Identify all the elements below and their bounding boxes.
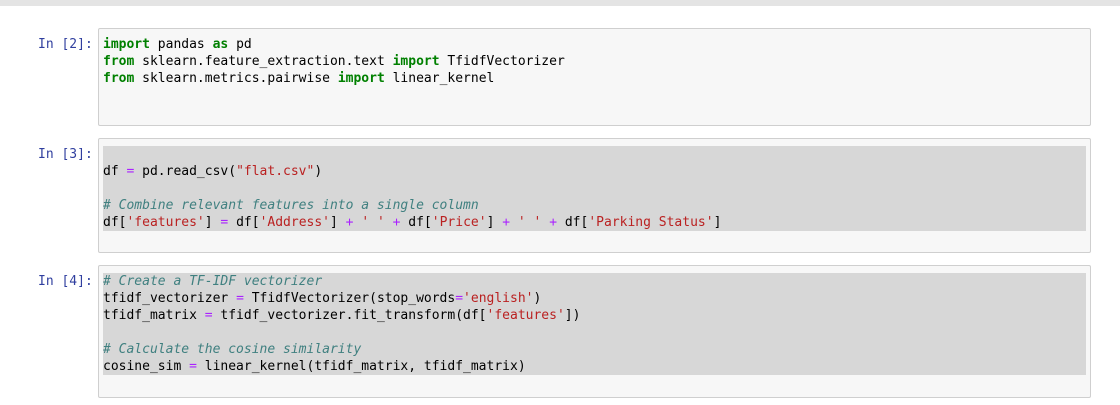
code-token: = bbox=[204, 308, 213, 323]
code-token: = bbox=[189, 359, 197, 374]
code-token: "flat.csv" bbox=[236, 164, 315, 179]
code-token: ) bbox=[533, 291, 542, 306]
code-token: pd bbox=[228, 37, 252, 52]
code-editor[interactable]: # Create a TF-IDF vectorizer tfidf_vector… bbox=[103, 273, 1086, 375]
code-token: cosine_sim bbox=[103, 359, 190, 374]
code-token: tfidf_matrix bbox=[103, 308, 205, 323]
code-token: df bbox=[103, 164, 127, 179]
code-token: df[ bbox=[228, 215, 260, 230]
code-token: import bbox=[337, 71, 385, 86]
code-token: df[ bbox=[557, 215, 589, 230]
code-token: TfidfVectorizer bbox=[439, 54, 565, 69]
code-token: 'Price' bbox=[431, 215, 487, 230]
code-token: ' ' bbox=[517, 215, 542, 230]
code-token: 'Address' bbox=[259, 215, 331, 230]
code-line: # Calculate the cosine similarity bbox=[103, 341, 1086, 358]
code-token: sklearn.feature_extraction.text bbox=[134, 54, 393, 69]
code-token: TfidfVectorizer(stop_words bbox=[243, 291, 456, 306]
code-token: = bbox=[455, 291, 464, 306]
code-comment: # Combine relevant features into a singl… bbox=[103, 198, 479, 213]
code-token: df[ bbox=[103, 215, 127, 230]
code-token: tfidf_vectorizer.fit_transform(df[ bbox=[212, 308, 487, 323]
code-token: from bbox=[103, 54, 135, 69]
code-token: as bbox=[212, 37, 229, 52]
code-editor[interactable]: import pandas as pd from sklearn.feature_… bbox=[103, 36, 1086, 87]
code-line: cosine_sim = linear_kernel(tfidf_matrix,… bbox=[103, 358, 1086, 375]
code-token: 'features' bbox=[486, 308, 565, 323]
code-comment: # Create a TF-IDF vectorizer bbox=[103, 274, 323, 289]
code-line: from sklearn.metrics.pairwise import lin… bbox=[103, 70, 1086, 87]
code-line: import pandas as pd bbox=[103, 36, 1086, 53]
code-line: from sklearn.feature_extraction.text imp… bbox=[103, 53, 1086, 70]
code-token: ]) bbox=[564, 308, 581, 323]
code-token: ] bbox=[330, 215, 346, 230]
cell-input-area[interactable]: df = pd.read_csv("flat.csv") # Combine re… bbox=[98, 138, 1091, 253]
cell-input-area[interactable]: import pandas as pd from sklearn.feature_… bbox=[98, 28, 1091, 126]
code-token: sklearn.metrics.pairwise bbox=[134, 71, 338, 86]
code-line: # Create a TF-IDF vectorizer bbox=[103, 273, 1086, 290]
code-token: pd.read_csv( bbox=[134, 164, 237, 179]
code-token: df[ bbox=[400, 215, 432, 230]
code-token: import bbox=[103, 37, 150, 52]
code-token: 'Parking Status' bbox=[588, 215, 714, 230]
code-editor[interactable]: df = pd.read_csv("flat.csv") # Combine re… bbox=[103, 146, 1086, 231]
cell-prompt: In [2]: bbox=[38, 37, 93, 52]
code-line: df['features'] = df['Address'] + ' ' + d… bbox=[103, 214, 1086, 231]
code-token: ' ' bbox=[361, 215, 385, 230]
code-token: 'features' bbox=[126, 215, 205, 230]
code-line: df = pd.read_csv("flat.csv") bbox=[103, 163, 1086, 180]
code-token: linear_kernel(tfidf_matrix, tfidf_matrix… bbox=[196, 359, 526, 374]
code-token: = bbox=[236, 291, 244, 306]
code-line: tfidf_vectorizer = TfidfVectorizer(stop_… bbox=[103, 290, 1086, 307]
cell-prompt: In [3]: bbox=[38, 147, 93, 162]
code-token: pandas bbox=[149, 37, 213, 52]
code-comment: # Calculate the cosine similarity bbox=[103, 342, 362, 357]
code-token: 'english' bbox=[463, 291, 534, 306]
code-token: from bbox=[103, 71, 135, 86]
code-token: ) bbox=[314, 164, 323, 179]
code-token: linear_kernel bbox=[384, 71, 495, 86]
code-token: + bbox=[502, 215, 511, 230]
code-token: tfidf_vectorizer bbox=[103, 291, 237, 306]
code-line: tfidf_matrix = tfidf_vectorizer.fit_tran… bbox=[103, 307, 1086, 324]
code-token: ] bbox=[713, 215, 722, 230]
toolbar-edge bbox=[0, 0, 1120, 6]
code-token: + bbox=[345, 215, 354, 230]
cell-input-area[interactable]: # Create a TF-IDF vectorizer tfidf_vector… bbox=[98, 265, 1091, 398]
code-token: import bbox=[392, 54, 440, 69]
code-token: + bbox=[549, 215, 558, 230]
cell-prompt: In [4]: bbox=[38, 274, 93, 289]
code-line: # Combine relevant features into a singl… bbox=[103, 197, 1086, 214]
code-token: ] bbox=[486, 215, 503, 230]
code-token: ] bbox=[204, 215, 221, 230]
